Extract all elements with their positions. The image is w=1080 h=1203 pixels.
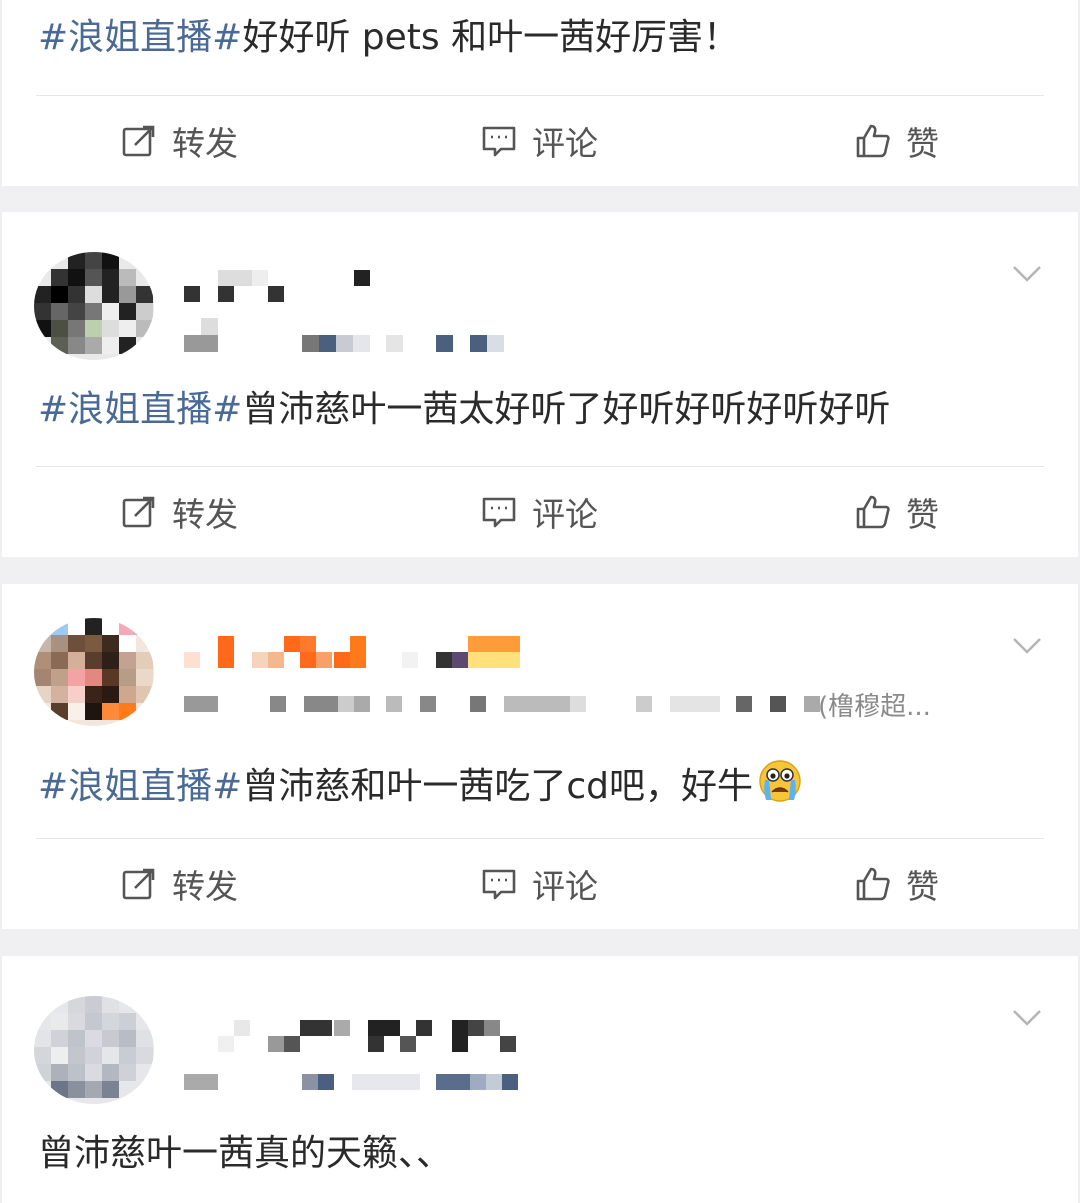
post-source: (橹穆超... (818, 692, 931, 722)
like-label: 赞 (906, 495, 939, 534)
like-button[interactable]: 赞 (854, 96, 939, 186)
chevron-down-icon[interactable] (1012, 1008, 1042, 1028)
comment-icon (482, 869, 516, 900)
repost-button[interactable]: 转发 (120, 839, 238, 929)
topic-tag[interactable]: #浪姐直播# (38, 766, 242, 807)
action-bar: 转发 评论 赞 (2, 96, 1078, 186)
comment-button[interactable]: 评论 (480, 96, 598, 186)
thumbs-up-icon (856, 867, 890, 901)
username[interactable] (184, 634, 564, 674)
comment-icon (482, 497, 516, 528)
like-button[interactable]: 赞 (854, 839, 939, 929)
comment-label: 评论 (532, 124, 598, 163)
crying-face-icon (757, 758, 803, 817)
repost-label: 转发 (172, 495, 238, 534)
like-label: 赞 (906, 867, 939, 906)
thumbs-up-icon (856, 495, 890, 529)
like-label: 赞 (906, 124, 939, 163)
post-meta (184, 318, 544, 354)
repost-label: 转发 (172, 124, 238, 163)
thumbs-up-icon (856, 124, 890, 158)
repost-button[interactable]: 转发 (120, 96, 238, 186)
comment-label: 评论 (532, 867, 598, 906)
post-meta (184, 1070, 564, 1098)
repost-label: 转发 (172, 867, 238, 906)
like-button[interactable]: 赞 (854, 467, 939, 557)
repost-button[interactable]: 转发 (120, 467, 238, 557)
post-text: #浪姐直播#曾沛慈和叶一茜吃了cd吧，好牛 (38, 758, 1058, 817)
repost-icon (122, 125, 155, 157)
repost-icon (122, 868, 155, 900)
username[interactable] (184, 1018, 544, 1058)
post-body: 曾沛慈叶一茜太好听了好听好听好听好听 (242, 389, 891, 430)
post-body: 好好听 pets 和叶一茜好厉害！ (242, 17, 740, 58)
post-body: 曾沛慈和叶一茜吃了cd吧，好牛 (242, 766, 753, 807)
action-bar: 转发 评论 赞 (2, 839, 1078, 929)
post-card: #浪姐直播#好好听 pets 和叶一茜好厉害！ 转发 评论 赞 (2, 0, 1078, 186)
post-text: #浪姐直播#曾沛慈叶一茜太好听了好听好听好听好听 (38, 386, 1058, 434)
post-header (34, 252, 934, 362)
post-header: (橹穆超... (34, 618, 984, 728)
topic-tag[interactable]: #浪姐直播# (38, 389, 242, 430)
post-card: #浪姐直播#曾沛慈叶一茜太好听了好听好听好听好听 转发 评论 赞 (2, 212, 1078, 557)
repost-icon (122, 496, 155, 528)
post-text: #浪姐直播#好好听 pets 和叶一茜好厉害！ (38, 14, 1058, 62)
post-body: 曾沛慈叶一茜真的天籁、、 (38, 1133, 453, 1174)
comment-label: 评论 (532, 495, 598, 534)
comment-button[interactable]: 评论 (480, 839, 598, 929)
avatar[interactable] (34, 252, 154, 360)
post-text: 曾沛慈叶一茜真的天籁、、 (38, 1130, 1058, 1178)
comment-icon (482, 126, 516, 157)
post-header (34, 996, 934, 1106)
chevron-down-icon[interactable] (1012, 264, 1042, 284)
comment-button[interactable]: 评论 (480, 467, 598, 557)
avatar[interactable] (34, 996, 154, 1104)
action-bar: 转发 评论 赞 (2, 467, 1078, 557)
avatar[interactable] (34, 618, 154, 726)
post-card: 曾沛慈叶一茜真的天籁、、 (2, 956, 1078, 1203)
topic-tag[interactable]: #浪姐直播# (38, 17, 242, 58)
username[interactable] (184, 266, 484, 306)
post-card: (橹穆超... #浪姐直播#曾沛慈和叶一茜吃了cd吧，好牛 转发 评论 赞 (2, 584, 1078, 929)
chevron-down-icon[interactable] (1012, 636, 1042, 656)
